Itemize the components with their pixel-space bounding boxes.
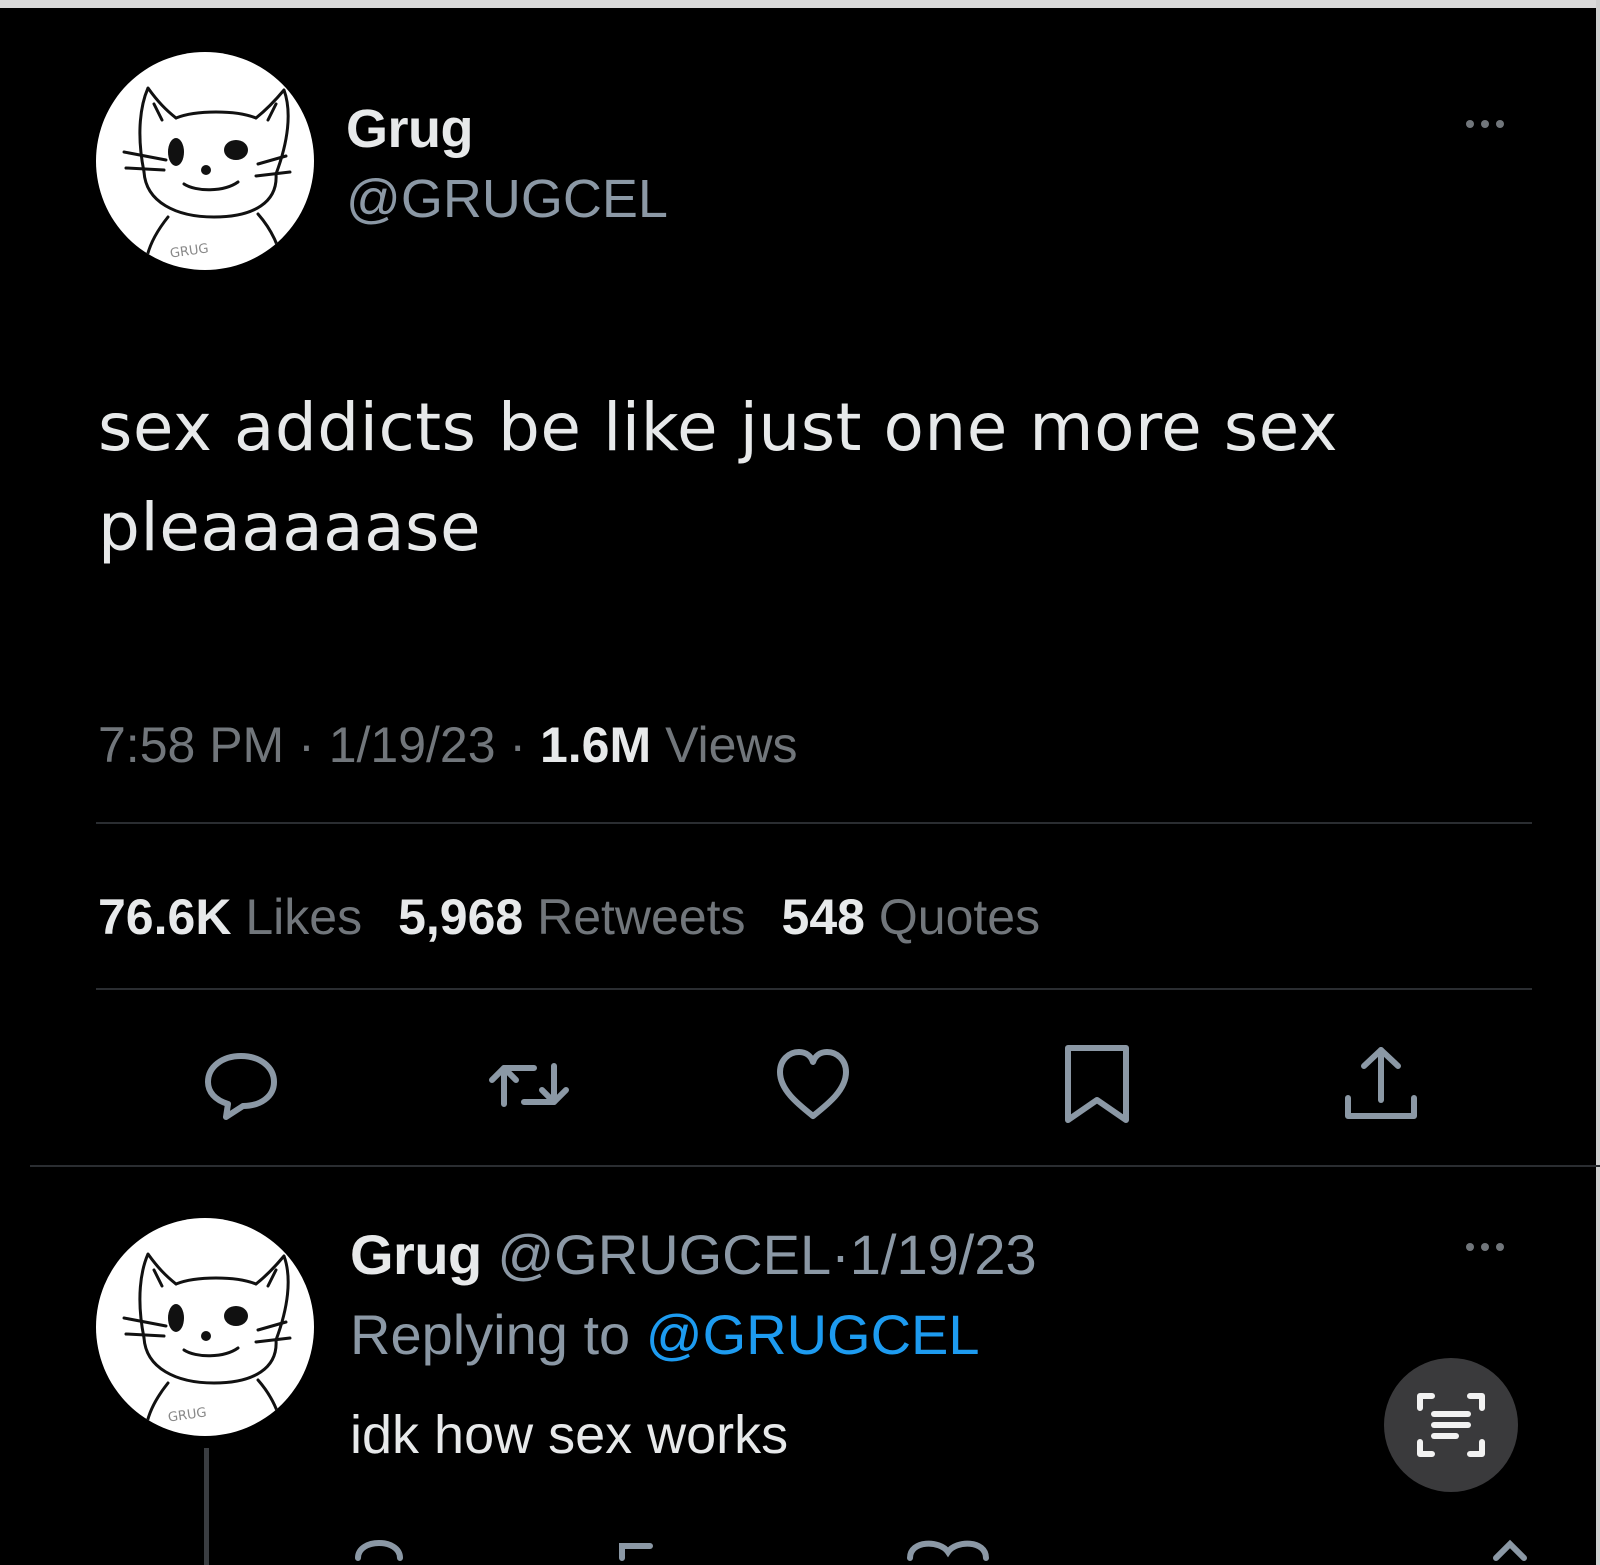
- avatar[interactable]: [96, 52, 314, 270]
- reply-author-handle[interactable]: @GRUGCEL: [497, 1223, 831, 1286]
- cat-drawing: [122, 86, 292, 266]
- like-icon[interactable]: [768, 1040, 858, 1130]
- right-border: [1596, 0, 1600, 1565]
- divider: [30, 1165, 1600, 1167]
- divider: [96, 988, 1532, 990]
- more-horizontal-icon[interactable]: [1466, 1243, 1504, 1251]
- cat-drawing: [122, 1252, 292, 1432]
- reply-author-name[interactable]: Grug: [350, 1223, 482, 1286]
- author-name[interactable]: Grug: [346, 98, 474, 160]
- reply-header: Grug @GRUGCEL·1/19/23: [350, 1222, 1037, 1287]
- meta-separator: ·: [509, 717, 527, 773]
- top-border: [0, 0, 1600, 8]
- reply-action-bar: [350, 1518, 1570, 1565]
- views-count: 1.6M: [539, 717, 652, 773]
- retweets-count: 5,968: [398, 889, 524, 945]
- tweet-time[interactable]: 7:58 PM: [98, 717, 284, 773]
- quotes-stat[interactable]: 548 Quotes: [782, 889, 1041, 945]
- replying-prefix: Replying to: [350, 1303, 631, 1366]
- text-scan-icon[interactable]: [1384, 1358, 1518, 1492]
- replying-to: Replying to @GRUGCEL: [350, 1302, 980, 1367]
- retweets-stat[interactable]: 5,968 Retweets: [398, 889, 745, 945]
- author-handle[interactable]: @GRUGCEL: [346, 168, 668, 230]
- thread-line: [204, 1448, 209, 1565]
- tweet-date[interactable]: 1/19/23: [329, 717, 496, 773]
- divider: [96, 822, 1532, 824]
- retweet-icon: [619, 1543, 653, 1561]
- action-bar: [0, 1040, 1600, 1140]
- share-icon[interactable]: [1336, 1040, 1426, 1130]
- reply-icon[interactable]: [196, 1040, 286, 1130]
- reply-text: idk how sex works: [350, 1405, 789, 1465]
- views-label: Views: [665, 717, 798, 773]
- tweet-screenshot: GRUG Grug @GRUGCEL sex addicts be like j…: [0, 0, 1600, 1565]
- share-icon: [1493, 1539, 1527, 1561]
- reply-date[interactable]: 1/19/23: [850, 1223, 1037, 1286]
- likes-count: 76.6K: [98, 889, 232, 945]
- retweet-icon[interactable]: [484, 1040, 574, 1130]
- replying-mention[interactable]: @GRUGCEL: [646, 1303, 980, 1366]
- like-icon: [907, 1540, 989, 1561]
- reply-separator: ·: [831, 1223, 850, 1286]
- tweet-stats: 76.6K Likes 5,968 Retweets 548 Quotes: [98, 888, 1040, 946]
- quotes-label: Quotes: [878, 889, 1041, 945]
- tweet-text: sex addicts be like just one more sex pl…: [98, 389, 1339, 566]
- tweet-meta: 7:58 PM · 1/19/23 · 1.6M Views: [98, 716, 798, 774]
- retweets-label: Retweets: [537, 889, 746, 945]
- quotes-count: 548: [781, 889, 865, 945]
- reply-avatar[interactable]: [96, 1218, 314, 1436]
- meta-separator: ·: [298, 717, 315, 773]
- likes-stat[interactable]: 76.6K Likes: [98, 889, 362, 945]
- more-horizontal-icon[interactable]: [1466, 120, 1504, 128]
- bookmark-icon[interactable]: [1052, 1040, 1142, 1130]
- reply-icon: [355, 1540, 403, 1561]
- likes-label: Likes: [245, 889, 363, 945]
